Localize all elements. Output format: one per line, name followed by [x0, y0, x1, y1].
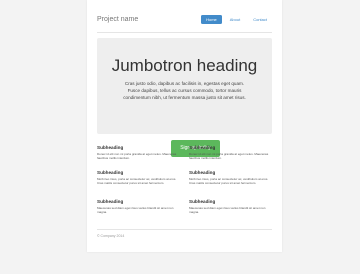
nav-about[interactable]: About [225, 15, 245, 24]
feature-text: Morbi leo risus, porta ac consectetur ac… [189, 177, 269, 186]
footer-divider [97, 229, 272, 230]
feature-block: Subheading Donec id elit non mi porta gr… [97, 145, 181, 161]
header: Project name Home About Contact [97, 10, 272, 33]
footer-text: © Company 2014 [97, 234, 125, 238]
jumbotron-lead: Cras justo odio, dapibus ac facilisis in… [123, 81, 246, 100]
feature-heading: Subheading [189, 199, 216, 204]
feature-heading: Subheading [97, 145, 124, 150]
jumbotron: Jumbotron heading Cras justo odio, dapib… [97, 38, 272, 157]
feature-block: Subheading Maecenas sed diam eget risus … [97, 199, 181, 215]
feature-block: Subheading Maecenas sed diam eget risus … [189, 199, 273, 215]
feature-text: Donec id elit non mi porta gravida at eg… [97, 152, 177, 161]
nav-contact[interactable]: Contact [248, 15, 272, 24]
feature-heading: Subheading [189, 170, 216, 175]
feature-text: Donec id elit non mi porta gravida at eg… [189, 152, 269, 161]
feature-heading: Subheading [189, 145, 216, 150]
feature-heading: Subheading [97, 170, 124, 175]
feature-text: Morbi leo risus, porta ac consectetur ac… [97, 177, 177, 186]
brand-title: Project name [97, 16, 139, 23]
feature-block: Subheading Donec id elit non mi porta gr… [189, 145, 273, 161]
nav-pills: Home About Contact [201, 15, 272, 24]
feature-text: Maecenas sed diam eget risus varius blan… [189, 206, 266, 215]
feature-block: Subheading Morbi leo risus, porta ac con… [97, 170, 181, 186]
nav-home[interactable]: Home [201, 15, 222, 24]
feature-text: Maecenas sed diam eget risus varius blan… [97, 206, 174, 215]
feature-block: Subheading Morbi leo risus, porta ac con… [189, 170, 273, 186]
page-container: Project name Home About Contact Jumbotro… [87, 0, 282, 252]
jumbotron-heading: Jumbotron heading [111, 56, 258, 75]
feature-heading: Subheading [97, 199, 124, 204]
